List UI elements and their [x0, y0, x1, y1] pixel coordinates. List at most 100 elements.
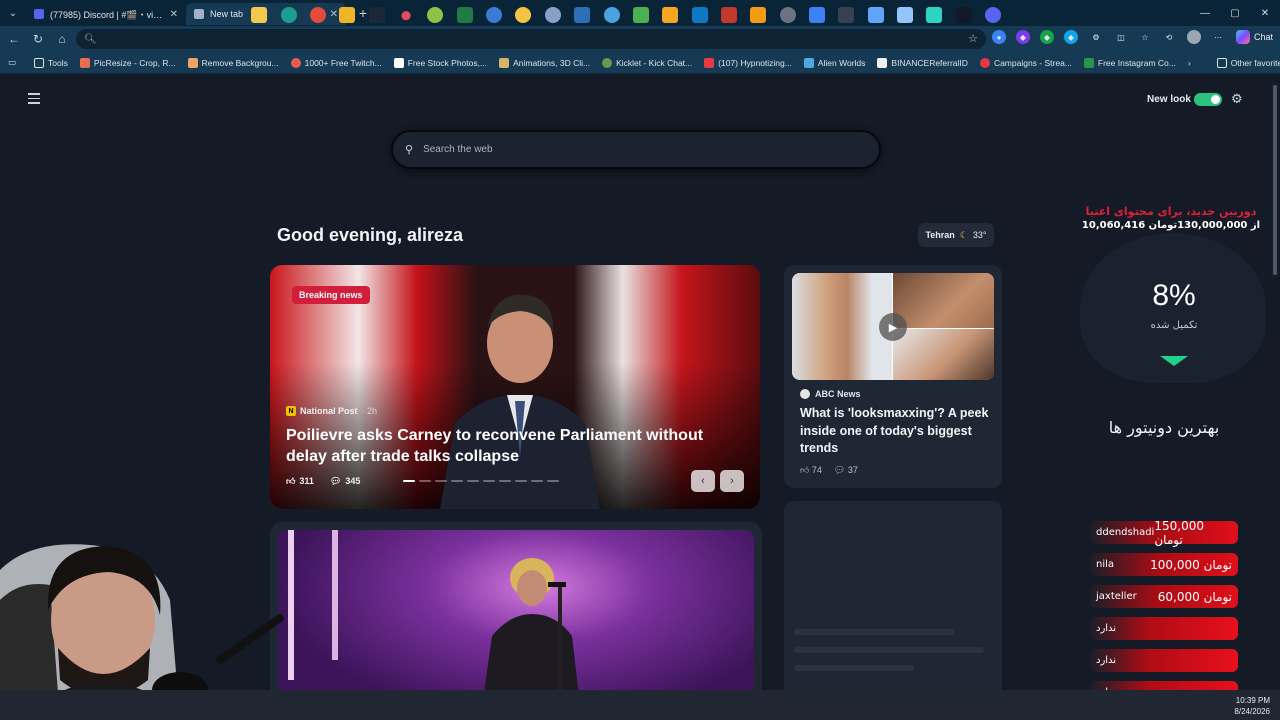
chrome-icon[interactable] — [310, 7, 326, 23]
app-icon[interactable] — [897, 7, 913, 23]
bookmark-item[interactable]: Tools — [28, 53, 74, 73]
comment-button[interactable]: 💬︎ 37 — [834, 465, 858, 476]
globe-icon[interactable] — [427, 7, 443, 23]
carousel-dot[interactable] — [451, 480, 463, 482]
maps-pin-icon[interactable]: ⬤ — [398, 7, 414, 23]
carousel-dot[interactable] — [531, 480, 543, 482]
discord-favicon-icon — [34, 9, 44, 19]
side-news-card[interactable]: ▶ ABC News What is 'looksmaxxing'? A pee… — [784, 265, 1002, 488]
comment-button[interactable]: 💬︎ 345 — [330, 476, 360, 487]
split-screen-icon[interactable]: ◫ — [1114, 30, 1128, 44]
app-icon[interactable] — [574, 7, 590, 23]
donor-name: ندارد — [1096, 623, 1117, 634]
sticky-notes-icon[interactable] — [251, 7, 267, 23]
thumbs-up-icon: 👍︎ — [800, 465, 812, 475]
app-icon[interactable] — [868, 7, 884, 23]
page-scrollbar[interactable] — [1270, 75, 1280, 690]
excel-icon[interactable] — [457, 7, 473, 23]
home-button[interactable]: ⌂ — [50, 27, 74, 51]
carousel-prev-button[interactable]: ‹ — [691, 470, 715, 492]
refresh-button[interactable]: ↻ — [26, 27, 50, 51]
hero-headline[interactable]: Poilievre asks Carney to reconvene Parli… — [286, 425, 746, 467]
bookmark-label: Free Instagram Co... — [1097, 57, 1176, 68]
bookmark-item[interactable]: Remove Backgrou... — [182, 53, 285, 73]
extension-icon[interactable]: ◆ — [1040, 30, 1054, 44]
carousel-dot[interactable] — [499, 480, 511, 482]
edge-icon[interactable] — [281, 7, 297, 23]
bookmark-favicon-icon — [877, 57, 888, 68]
app-icon[interactable] — [721, 7, 737, 23]
carousel-dot[interactable] — [515, 480, 527, 482]
bookmark-item[interactable]: Free Stock Photos,... — [388, 53, 493, 73]
play-icon[interactable]: ▶ — [879, 313, 907, 341]
bookmark-item[interactable]: 1000+ Free Twitch... — [285, 53, 388, 73]
extension-icon[interactable]: ◆ — [1016, 30, 1030, 44]
tab-discord[interactable]: (77985) Discord | #🎬・videos | Ga ✕ — [26, 3, 186, 25]
search-input[interactable] — [423, 144, 824, 155]
bookmarks-overflow-chevron-icon[interactable]: › — [1182, 53, 1197, 73]
settings-gear-icon[interactable]: ⚙ — [1231, 91, 1243, 107]
minimize-button[interactable]: — — [1190, 0, 1220, 26]
bookmark-item[interactable]: Animations, 3D Cli... — [493, 53, 596, 73]
system-clock[interactable]: 10:39 PM 8/24/2026 — [1230, 695, 1270, 717]
app-icon[interactable] — [545, 7, 561, 23]
carousel-dot[interactable] — [467, 480, 479, 482]
vscode-icon[interactable] — [692, 7, 708, 23]
bookmark-item[interactable]: (107) Hypnotizing... — [698, 53, 798, 73]
settings-icon[interactable] — [780, 7, 796, 23]
app-icon[interactable] — [515, 7, 531, 23]
carousel-dot[interactable] — [483, 480, 495, 482]
profile-avatar-icon[interactable] — [1187, 30, 1201, 44]
article-age: · 2h — [361, 406, 378, 416]
app-icon[interactable] — [926, 7, 942, 23]
bookmark-item[interactable]: Kicklet - Kick Chat... — [596, 53, 698, 73]
donor-name: nila — [1096, 559, 1115, 570]
back-button[interactable]: ← — [2, 27, 26, 51]
tab-actions-menu-button[interactable]: ⌄ — [0, 0, 26, 26]
new-look-toggle[interactable] — [1194, 93, 1222, 106]
vlc-icon[interactable] — [750, 7, 766, 23]
app-icon[interactable] — [633, 7, 649, 23]
bookmark-item[interactable]: Alien Worlds — [798, 53, 872, 73]
bookmark-item[interactable]: Free Instagram Co... — [1078, 53, 1182, 73]
bookmark-item[interactable]: BINANCEReferralID — [871, 53, 974, 73]
discord-icon[interactable] — [985, 7, 1001, 23]
app-icon[interactable] — [838, 7, 854, 23]
steam-icon[interactable] — [369, 7, 385, 23]
more-options-icon[interactable]: ⋯ — [1211, 30, 1225, 44]
history-icon[interactable]: ⟲ — [1162, 30, 1176, 44]
side-news-headline[interactable]: What is 'looksmaxxing'? A peek inside on… — [800, 405, 990, 458]
bookmark-item[interactable]: Campaigns - Strea... — [974, 53, 1078, 73]
extension-icon[interactable]: ● — [992, 30, 1006, 44]
bookmarks-menu-button[interactable]: ▭ — [0, 53, 28, 73]
favorite-star-icon[interactable]: ☆ — [968, 32, 978, 45]
close-tab-icon[interactable]: ✕ — [330, 9, 338, 20]
like-button[interactable]: 👍︎ 311 — [286, 476, 314, 487]
carousel-dot[interactable] — [403, 480, 415, 482]
file-explorer-icon[interactable] — [339, 7, 355, 23]
app-icon[interactable] — [809, 7, 825, 23]
app-icon[interactable] — [486, 7, 502, 23]
bookmark-item[interactable]: PicResize - Crop, R... — [74, 53, 182, 73]
maximize-button[interactable]: ▢ — [1220, 0, 1250, 26]
extension-icon[interactable]: ◆ — [1064, 30, 1078, 44]
carousel-dot[interactable] — [419, 480, 431, 482]
close-window-button[interactable]: ✕ — [1250, 0, 1280, 26]
other-favorites-folder[interactable]: Other favorites — [1211, 53, 1280, 73]
address-bar[interactable]: 🔍︎ ☆ — [76, 29, 986, 49]
carousel-dot[interactable] — [547, 480, 559, 482]
copilot-chat-button[interactable]: Chat — [1236, 30, 1273, 44]
weather-widget[interactable]: Tehran ☾ 33° — [918, 223, 994, 247]
menu-icon[interactable] — [28, 93, 40, 107]
carousel-next-button[interactable]: › — [720, 470, 744, 492]
terminal-icon[interactable] — [956, 7, 972, 23]
hero-news-card[interactable]: Breaking news N National Post · 2h Poili… — [270, 265, 760, 509]
like-button[interactable]: 👍︎ 74 — [800, 465, 822, 476]
app-icon[interactable] — [662, 7, 678, 23]
carousel-dot[interactable] — [435, 480, 447, 482]
app-icon[interactable] — [604, 7, 620, 23]
favorites-icon[interactable]: ☆ — [1138, 30, 1152, 44]
side-news-engagement: 👍︎ 74 💬︎ 37 — [800, 465, 858, 476]
close-tab-icon[interactable]: ✕ — [170, 9, 178, 20]
extensions-puzzle-icon[interactable]: ⚙ — [1089, 30, 1103, 44]
